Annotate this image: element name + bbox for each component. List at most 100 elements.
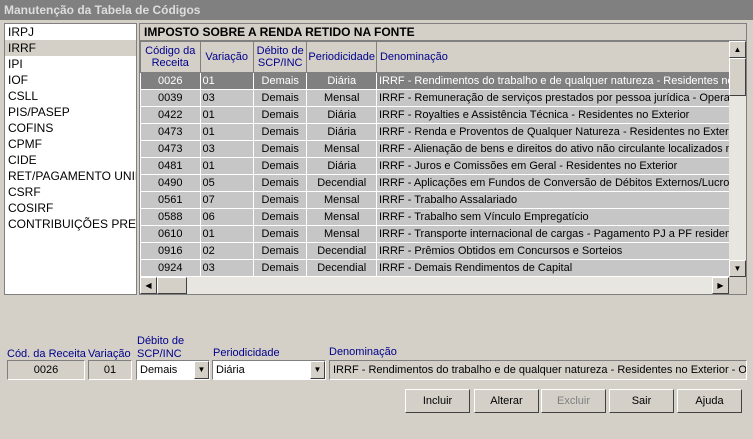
cell-periodicidade: Decendial [306,242,377,260]
table-row[interactable]: 0588 06 Demais Mensal IRRF - Trabalho sem Ví… [140,208,731,226]
cell-denominacao: IRRF - Royalties e Assistência Técnica -… [375,106,731,124]
cell-periodicidade: Diária [306,157,377,175]
cell-debito: Demais [252,191,308,209]
cell-codigo: 0473 [140,123,201,141]
chevron-down-icon[interactable]: ▼ [310,361,325,379]
cell-denominacao: IRRF - Alienação de bens e direitos do a… [375,140,731,158]
category-item[interactable]: IOF [5,72,136,88]
category-item[interactable]: COFINS [5,120,136,136]
col-header-debito[interactable]: Débito de SCP/INC [252,41,308,73]
cell-codigo: 0473 [140,140,201,158]
debito-label-line1: Débito de [137,335,185,347]
table-row[interactable]: 0039 03 Demais Mensal IRRF - Remuneração de … [140,89,731,107]
periodicidade-select-value: Diária [216,364,245,376]
cell-variacao: 02 [199,242,254,260]
cell-codigo: 0924 [140,259,201,277]
cell-periodicidade: Mensal [306,89,377,107]
debito-select-value: Demais [140,364,178,376]
cell-denominacao: IRRF - Juros e Comissões em Geral - Resi… [375,157,731,175]
incluir-button[interactable]: Incluir [405,389,470,413]
table-row[interactable]: 0490 05 Demais Decendial IRRF - Aplicações e… [140,174,731,192]
arrow-up-icon[interactable]: ▲ [729,41,746,58]
category-item[interactable]: COSIRF [5,200,136,216]
table-row[interactable]: 0916 02 Demais Decendial IRRF - Prêmios Obti… [140,242,731,260]
table-row[interactable]: 0473 01 Demais Diária IRRF - Renda e Provent… [140,123,731,141]
cell-codigo: 0481 [140,157,201,175]
debito-select[interactable]: Demais ▼ [136,360,210,380]
col-header-codigo[interactable]: Código da Receita [140,41,201,73]
table-row[interactable]: 0481 01 Demais Diária IRRF - Juros e Comissõ… [140,157,731,175]
chevron-down-icon[interactable]: ▼ [194,361,209,379]
category-item[interactable]: CIDE [5,152,136,168]
col-header-denominacao[interactable]: Denominação [375,41,731,73]
codes-table: Código da Receita Variação Débito de SCP… [140,41,731,277]
arrow-down-icon[interactable]: ▼ [729,260,746,277]
excluir-button[interactable]: Excluir [541,389,606,413]
table-row[interactable]: 0924 03 Demais Decendial IRRF - Demais Rendi… [140,259,731,277]
cell-codigo: 0610 [140,225,201,243]
cell-variacao: 01 [199,106,254,124]
table-row[interactable]: 0561 07 Demais Mensal IRRF - Trabalho Assala… [140,191,731,209]
arrow-right-icon[interactable]: ▶ [712,277,729,294]
variacao-label: Variação [88,348,131,360]
col-header-periodicidade[interactable]: Periodicidade [306,41,377,73]
cell-codigo: 0588 [140,208,201,226]
denominacao-field[interactable]: IRRF - Rendimentos do trabalho e de qual… [329,360,747,380]
category-item[interactable]: PIS/PASEP [5,104,136,120]
col-header-variacao[interactable]: Variação [199,41,254,73]
cell-codigo: 0026 [140,72,201,90]
tax-category-list[interactable]: IRPJ IRRF IPI IOF CSLL PIS/PASEP COFINS CPMF CID… [4,23,137,295]
category-item[interactable]: IRPJ [5,24,136,40]
category-item[interactable]: CSRF [5,184,136,200]
horizontal-scrollbar[interactable]: ◀ ▶ [140,277,729,294]
table-row[interactable]: 0026 01 Demais Diária IRRF - Rendimentos do … [140,72,731,90]
category-item[interactable]: CSLL [5,88,136,104]
cell-periodicidade: Mensal [306,140,377,158]
cell-debito: Demais [252,225,308,243]
cell-codigo: 0039 [140,89,201,107]
cell-denominacao: IRRF - Trabalho sem Vínculo Empregatício [375,208,731,226]
cell-periodicidade: Diária [306,72,377,90]
denominacao-label: Denominação [329,346,397,358]
table-row[interactable]: 0473 03 Demais Mensal IRRF - Alienação de be… [140,140,731,158]
variacao-field[interactable]: 01 [88,360,132,380]
periodicidade-select[interactable]: Diária ▼ [212,360,326,380]
cell-denominacao: IRRF - Renda e Proventos de Qualquer Nat… [375,123,731,141]
category-item[interactable]: IPI [5,56,136,72]
cell-denominacao: IRRF - Trabalho Assalariado [375,191,731,209]
cell-debito: Demais [252,106,308,124]
cell-variacao: 01 [199,72,254,90]
cell-denominacao: IRRF - Prêmios Obtidos em Concursos e So… [375,242,731,260]
debito-label-line2: SCP/INC [137,348,182,360]
cell-debito: Demais [252,72,308,90]
vertical-scroll-thumb[interactable] [729,58,746,96]
cell-periodicidade: Decendial [306,174,377,192]
cell-variacao: 07 [199,191,254,209]
alterar-button[interactable]: Alterar [474,389,539,413]
codigo-field[interactable]: 0026 [7,360,85,380]
table-row[interactable]: 0422 01 Demais Diária IRRF - Royalties e Ass… [140,106,731,124]
ajuda-button[interactable]: Ajuda [677,389,742,413]
cell-debito: Demais [252,208,308,226]
table-row[interactable]: 0610 01 Demais Mensal IRRF - Transporte inte… [140,225,731,243]
vertical-scrollbar[interactable]: ▲ ▼ [729,41,746,277]
window-title: Manutenção da Tabela de Códigos [0,0,753,20]
cell-codigo: 0916 [140,242,201,260]
category-item[interactable]: CPMF [5,136,136,152]
cell-periodicidade: Mensal [306,191,377,209]
cell-variacao: 06 [199,208,254,226]
cell-variacao: 01 [199,225,254,243]
category-item[interactable]: IRRF [5,40,136,56]
cell-debito: Demais [252,174,308,192]
cell-variacao: 01 [199,123,254,141]
cell-denominacao: IRRF - Rendimentos do trabalho e de qual… [375,72,731,90]
category-item[interactable]: RET/PAGAMENTO UNIFI [5,168,136,184]
cell-denominacao: IRRF - Transporte internacional de carga… [375,225,731,243]
category-item[interactable]: CONTRIBUIÇÕES PREVID [5,216,136,232]
cell-debito: Demais [252,259,308,277]
sair-button[interactable]: Sair [609,389,674,413]
horizontal-scroll-thumb[interactable] [157,277,187,294]
cell-variacao: 05 [199,174,254,192]
periodicidade-label: Periodicidade [213,347,280,359]
arrow-left-icon[interactable]: ◀ [140,277,157,294]
